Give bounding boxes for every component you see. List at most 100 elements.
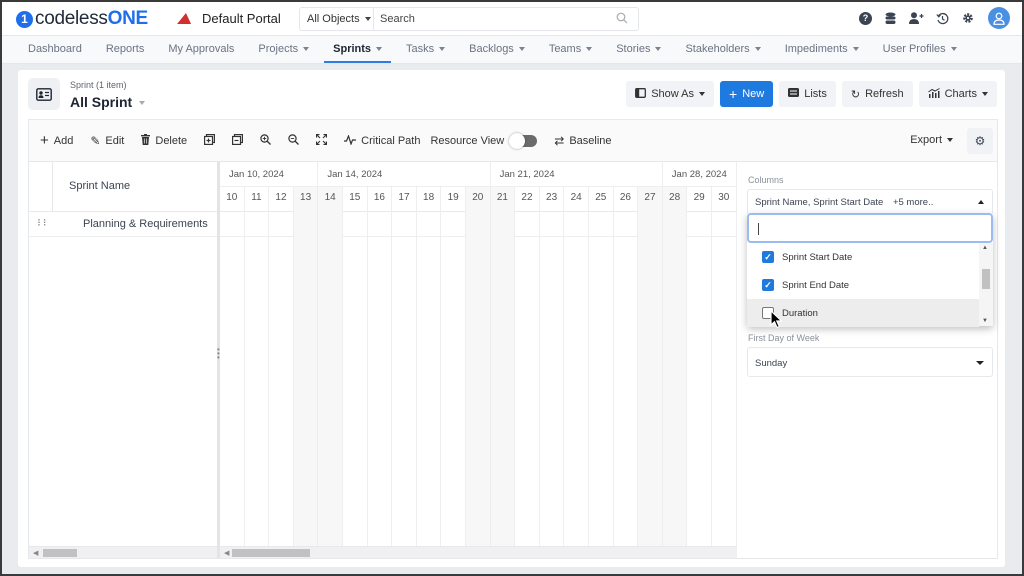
nav-item-my-approvals[interactable]: My Approvals [156, 36, 246, 63]
scroll-up-icon[interactable]: ▲ [982, 245, 988, 251]
database-icon[interactable] [882, 10, 898, 26]
chevron-down-icon [655, 47, 662, 52]
logo-suffix: ONE [107, 8, 149, 29]
refresh-label: Refresh [865, 88, 904, 100]
fit-to-screen-button[interactable] [316, 133, 328, 148]
top-icons: ? [859, 7, 1010, 29]
add-button[interactable]: + Add [40, 132, 73, 149]
nav-item-user-profiles[interactable]: User Profiles [871, 36, 969, 63]
chevron-down-icon [982, 92, 988, 96]
lists-button[interactable]: Lists [779, 81, 836, 107]
portal-selector[interactable]: Default Portal [177, 11, 281, 26]
day-label: 12 [275, 192, 287, 203]
search-scope-label: All Objects [307, 13, 360, 25]
show-as-button[interactable]: Show As [626, 81, 715, 107]
day-label: 27 [644, 192, 656, 203]
nav-item-backlogs[interactable]: Backlogs [457, 36, 537, 63]
chevron-down-icon [950, 47, 957, 52]
column-option[interactable]: ✓ Sprint End Date [747, 271, 979, 299]
nav-item-stakeholders[interactable]: Stakeholders [673, 36, 772, 63]
chevron-down-icon [586, 47, 593, 52]
resource-view-toggle[interactable] [509, 132, 538, 149]
nav-item-label: User Profiles [882, 43, 946, 55]
nav-item-reports[interactable]: Reports [94, 36, 157, 63]
columns-value: Sprint Name, Sprint Start Date [755, 197, 884, 208]
dropdown-scrollbar[interactable]: ▲ ▼ [979, 243, 993, 326]
portal-name: Default Portal [202, 11, 281, 26]
logo[interactable]: 1 codelessONE [16, 8, 148, 30]
scrollbar-thumb[interactable] [43, 549, 77, 557]
day-label: 13 [300, 192, 312, 203]
table-row[interactable]: ⠇⠇ Planning & Requirements [29, 212, 217, 237]
delete-button[interactable]: Delete [141, 133, 187, 148]
chevron-down-icon [364, 17, 371, 21]
drag-handle-icon[interactable]: ⠇⠇ [37, 218, 49, 229]
chevron-down-icon [439, 47, 446, 52]
nav-item-label: Stakeholders [685, 43, 750, 55]
nav-item-dashboard[interactable]: Dashboard [16, 36, 94, 63]
nav-item-teams[interactable]: Teams [537, 36, 604, 63]
scrollbar-thumb[interactable] [982, 269, 990, 289]
columns-select[interactable]: Sprint Name, Sprint Start Date +5 more.. [747, 189, 993, 215]
column-option[interactable]: ✓ Sprint Start Date [747, 243, 979, 271]
day-label: 30 [718, 192, 730, 203]
app-window: 1 codelessONE Default Portal All Objects… [2, 2, 1022, 574]
day-label: 15 [349, 192, 361, 203]
timeline-horizontal-scrollbar[interactable]: ◀ [220, 546, 737, 558]
nav-item-sprints[interactable]: Sprints [321, 36, 394, 63]
charts-button[interactable]: Charts [918, 81, 997, 107]
nav-item-impediments[interactable]: Impediments [773, 36, 871, 63]
help-icon[interactable]: ? [859, 11, 872, 25]
text-cursor [758, 223, 759, 235]
search-scope-dropdown[interactable]: All Objects [300, 8, 374, 30]
week-header: Jan 14, 2024 [318, 162, 491, 187]
day-label: 28 [669, 192, 681, 203]
first-day-select[interactable]: Sunday [747, 347, 993, 377]
day-column: 17 [392, 187, 417, 558]
view-selector[interactable]: All Sprint [70, 94, 146, 110]
scroll-left-icon[interactable]: ◀ [33, 549, 38, 557]
collapse-all-button[interactable] [232, 133, 244, 148]
scrollbar-thumb[interactable] [232, 549, 310, 557]
pencil-icon: ✎ [90, 133, 101, 148]
day-column: 29 [687, 187, 712, 558]
expand-all-button[interactable] [204, 133, 216, 148]
edit-button[interactable]: ✎ Edit [90, 134, 124, 148]
column-header-sprint-name[interactable]: Sprint Name [69, 180, 130, 192]
add-user-icon[interactable] [908, 10, 924, 26]
critical-path-label: Critical Path [361, 134, 421, 147]
settings-icon[interactable] [960, 10, 976, 26]
day-label: 23 [546, 192, 558, 203]
nav-item-stories[interactable]: Stories [604, 36, 673, 63]
export-dropdown[interactable]: Export [910, 134, 953, 146]
chevron-up-icon [978, 200, 984, 204]
baseline-button[interactable]: ⇄ Baseline [554, 134, 611, 148]
zoom-in-icon [260, 133, 272, 148]
grid-horizontal-scrollbar[interactable]: ◀ [29, 546, 217, 558]
global-search: All Objects [299, 7, 639, 31]
baseline-label: Baseline [569, 134, 612, 147]
history-icon[interactable] [934, 10, 950, 26]
zoom-out-button[interactable] [288, 133, 300, 148]
gantt-settings-button[interactable]: ⚙ [967, 128, 993, 154]
new-button[interactable]: + New [720, 81, 774, 107]
scroll-left-icon[interactable]: ◀ [224, 549, 229, 557]
checkbox-checked-icon[interactable]: ✓ [762, 251, 774, 263]
zoom-in-button[interactable] [260, 133, 272, 148]
columns-more: +5 more.. [892, 197, 934, 208]
charts-label: Charts [944, 88, 977, 100]
day-column: 13 [293, 187, 319, 558]
refresh-button[interactable]: ↻ Refresh [841, 81, 913, 107]
search-icon[interactable] [616, 12, 638, 27]
scroll-down-icon[interactable]: ▼ [982, 318, 988, 324]
sprint-view-card: Sprint (1 item) All Sprint Show As + New… [18, 70, 1005, 567]
column-search-input[interactable] [747, 213, 993, 243]
day-column: 26 [614, 187, 639, 558]
nav-item-tasks[interactable]: Tasks [394, 36, 457, 63]
nav-item-projects[interactable]: Projects [246, 36, 321, 63]
critical-path-button[interactable]: Critical Path [344, 133, 421, 148]
pulse-icon [344, 133, 357, 148]
checkbox-checked-icon[interactable]: ✓ [762, 279, 774, 291]
search-input[interactable] [374, 13, 616, 25]
user-avatar[interactable] [988, 7, 1010, 29]
